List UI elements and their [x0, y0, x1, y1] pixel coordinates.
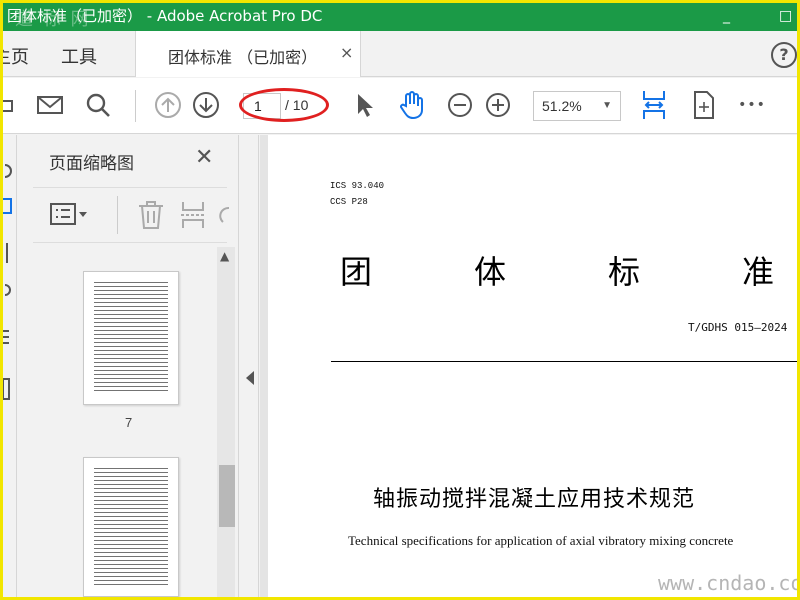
watermark-bottom: www.cndao.com — [658, 571, 800, 595]
panel-title: 页面缩略图 — [49, 154, 134, 174]
thumbnail-content — [94, 468, 168, 586]
fit-width-icon[interactable] — [639, 90, 669, 120]
document-title-zh: 轴振动搅拌混凝土应用技术规范 — [373, 487, 696, 512]
scroll-up-icon[interactable]: ▲ — [220, 249, 229, 263]
delete-page-icon[interactable] — [137, 200, 165, 234]
print-icon[interactable] — [3, 90, 19, 120]
chevron-down-icon: ▼ — [602, 100, 612, 111]
left-rail — [3, 135, 17, 597]
zoom-value: 51.2% — [542, 98, 582, 114]
previous-page-icon[interactable] — [153, 90, 183, 120]
title-char: 标 — [608, 253, 641, 291]
standard-number: T/GDHS 015—2024 — [688, 321, 788, 334]
document-view[interactable]: ICS 93.040 CCS P28 团 体 标 准 T/GDHS 015—20… — [260, 135, 797, 597]
header-rule — [331, 361, 797, 362]
panel-divider[interactable] — [239, 135, 259, 597]
tab-tools[interactable]: 工具 — [61, 43, 97, 69]
panel-scrollbar[interactable] — [217, 247, 235, 597]
maximize-button[interactable]: □ — [779, 3, 792, 29]
hand-tool-icon[interactable] — [397, 90, 427, 120]
page-thumbnail[interactable] — [83, 271, 179, 405]
left-rail-icons — [3, 164, 12, 400]
scroll-thumb[interactable] — [219, 465, 235, 527]
zoom-select[interactable]: 51.2% ▼ — [533, 91, 621, 121]
title-char: 团 — [340, 253, 373, 291]
next-page-icon[interactable] — [191, 90, 221, 120]
collapse-panel-icon[interactable] — [246, 371, 254, 385]
help-button[interactable]: ? — [771, 42, 797, 68]
tab-bar: 主页 工具 团体标准 （已加密） × ? — [3, 31, 797, 77]
tab-document[interactable]: 团体标准 （已加密） × — [135, 31, 361, 77]
ics-code: ICS 93.040 — [330, 181, 385, 191]
title-bar: 团体标准（已加密） - Adobe Acrobat Pro DC 道 标 网 _… — [3, 3, 797, 31]
undo-icon[interactable] — [219, 202, 230, 232]
zoom-out-icon[interactable] — [445, 90, 475, 120]
ccs-code: CCS P28 — [330, 197, 368, 207]
app-frame: 团体标准（已加密） - Adobe Acrobat Pro DC 道 标 网 _… — [0, 0, 800, 600]
title-char: 准 — [742, 253, 775, 291]
page-thumbnail[interactable] — [83, 457, 179, 597]
document-title-en: Technical specifications for application… — [348, 533, 734, 548]
document-tab-label: 团体标准 （已加密） — [168, 48, 318, 67]
tab-home[interactable]: 主页 — [3, 43, 29, 69]
thumbnail-options-icon[interactable] — [49, 202, 91, 232]
select-cursor-icon[interactable] — [349, 90, 379, 120]
thumbnail-page-number: 7 — [125, 415, 133, 430]
toolbar-separator — [135, 90, 136, 122]
close-tab-button[interactable]: × — [340, 43, 353, 62]
toolbar: 1 / 10 51.2% ▼ ••• — [3, 78, 797, 134]
watermark-top: 道 标 网 — [15, 9, 91, 30]
more-options-icon[interactable]: ••• — [737, 90, 767, 120]
panel-tools-separator — [117, 196, 118, 234]
full-screen-icon[interactable] — [689, 90, 719, 120]
highlight-oval — [239, 88, 329, 122]
title-char: 体 — [474, 253, 507, 291]
zoom-in-icon[interactable] — [483, 90, 513, 120]
search-icon[interactable] — [83, 90, 113, 120]
panel-toolbar — [33, 187, 230, 243]
thumbnail-content — [94, 282, 168, 394]
minimize-button[interactable]: _ — [723, 3, 730, 29]
panel-close-button[interactable]: ✕ — [195, 145, 213, 170]
split-page-icon[interactable] — [179, 200, 207, 234]
mail-icon[interactable] — [35, 90, 65, 120]
thumbnails-panel: 页面缩略图 ✕ ▲ 7 — [17, 135, 239, 597]
document-page: ICS 93.040 CCS P28 团 体 标 准 T/GDHS 015—20… — [268, 135, 797, 597]
